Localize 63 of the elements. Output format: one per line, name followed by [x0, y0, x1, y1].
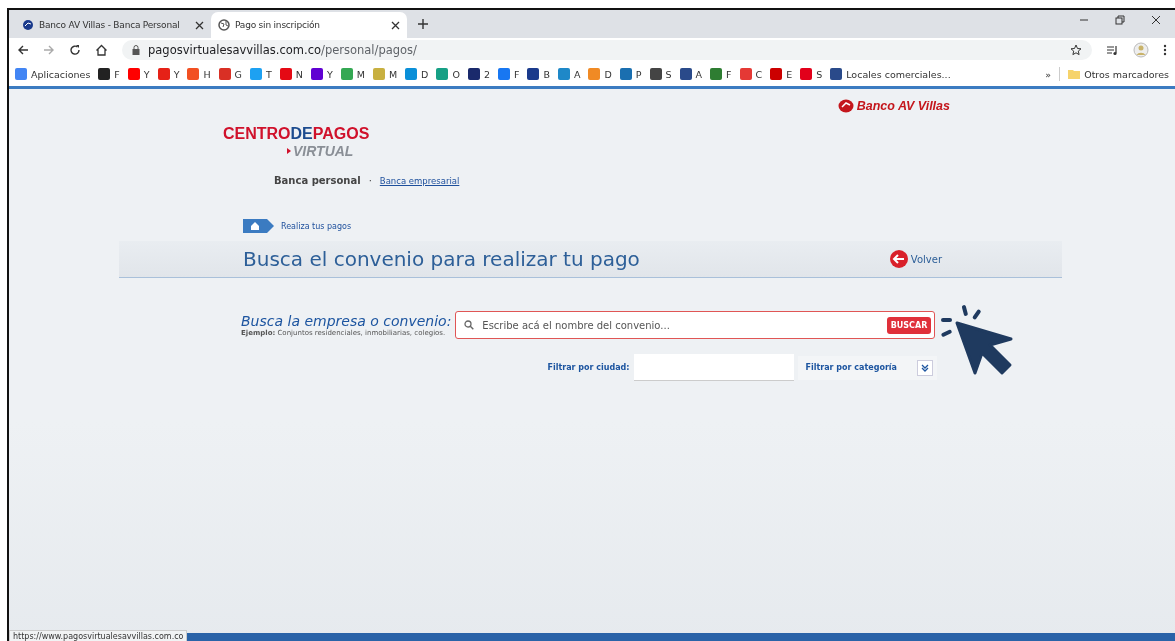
- more-icon[interactable]: [1163, 44, 1167, 56]
- media-queue-icon[interactable]: [1106, 44, 1119, 56]
- restore-icon[interactable]: [1115, 15, 1125, 25]
- bookmark-item[interactable]: A: [557, 68, 581, 80]
- bookmark-item[interactable]: D: [588, 68, 612, 80]
- city-filter-label: Filtrar por ciudad:: [547, 363, 630, 372]
- bookmark-item[interactable]: E: [770, 68, 793, 80]
- centro-de-pagos-logo: CENTRODEPAGOS VIRTUAL: [223, 125, 371, 161]
- lock-icon: [132, 45, 140, 55]
- search-label: Busca la empresa o convenio:: [241, 313, 452, 329]
- bookmark-item[interactable]: M: [372, 68, 398, 80]
- bookmark-item[interactable]: Y: [127, 68, 150, 80]
- browser-tab[interactable]: Pago sin inscripción: [211, 12, 407, 38]
- other-bookmarks[interactable]: Otros marcadores: [1068, 68, 1169, 80]
- bookmark-item[interactable]: Y: [310, 68, 333, 80]
- bookmark-item[interactable]: Aplicaciones: [15, 68, 91, 80]
- nav-link[interactable]: Banca empresarial: [379, 175, 460, 186]
- new-tab-icon[interactable]: [417, 18, 429, 30]
- bookmark-item[interactable]: F: [710, 68, 732, 80]
- close-icon[interactable]: [1151, 15, 1161, 25]
- bank-logo-icon: [837, 99, 854, 113]
- address-bar[interactable]: pagosvirtualesavvillas.com.co/personal/pagos/: [122, 40, 1092, 60]
- browser-tab[interactable]: Banco AV Villas - Banca Personal: [15, 12, 211, 38]
- globe-icon: [218, 19, 230, 31]
- category-dropdown[interactable]: Filtrar por categoría: [797, 355, 937, 380]
- bookmark-item[interactable]: D: [405, 68, 429, 80]
- bank-name: Banco AV Villas: [856, 99, 950, 113]
- bookmark-item[interactable]: T: [249, 68, 272, 80]
- back-button[interactable]: Volver: [889, 250, 942, 268]
- reload-icon[interactable]: [69, 44, 81, 56]
- bookmark-item[interactable]: O: [436, 68, 460, 80]
- city-field[interactable]: [633, 354, 794, 381]
- bookmark-item[interactable]: S: [649, 68, 672, 80]
- bookmark-item[interactable]: F: [98, 68, 120, 80]
- bookmarks-overflow[interactable]: »: [1045, 68, 1052, 80]
- nav-link[interactable]: Banca personal: [274, 175, 361, 186]
- bank-logo-icon: [22, 19, 34, 31]
- bookmark-item[interactable]: G: [218, 68, 242, 80]
- back-arrow-icon[interactable]: [17, 44, 29, 56]
- close-icon[interactable]: [195, 20, 204, 30]
- bookmark-item[interactable]: C: [739, 68, 763, 80]
- bookmark-item[interactable]: P: [619, 68, 642, 80]
- bookmark-item[interactable]: A: [679, 68, 703, 80]
- bookmark-item[interactable]: F: [497, 68, 520, 80]
- search-field[interactable]: Escribe acá el nombre del convenio... BUSCAR: [455, 311, 936, 339]
- search-icon: [464, 320, 475, 330]
- close-icon[interactable]: [391, 20, 400, 30]
- bookmark-item[interactable]: B: [527, 68, 550, 80]
- folder-icon: [1068, 69, 1081, 79]
- page-title: Busca el convenio para realizar tu pago: [243, 247, 640, 271]
- bookmark-item[interactable]: S: [800, 68, 823, 80]
- bookmark-item[interactable]: N: [279, 68, 303, 80]
- breadcrumb-link[interactable]: Realiza tus pagos: [281, 221, 352, 231]
- nav-separator: ·: [368, 175, 372, 186]
- search-button[interactable]: BUSCAR: [886, 316, 932, 334]
- status-url: https://www.pagosvirtualesavvillas.com.co: [9, 630, 188, 641]
- bookmark-item[interactable]: H: [187, 68, 211, 80]
- home-icon[interactable]: [95, 44, 108, 56]
- bookmark-item[interactable]: Y: [157, 68, 180, 80]
- star-icon[interactable]: [1070, 44, 1082, 56]
- bookmark-item[interactable]: M: [340, 68, 365, 80]
- bookmark-item[interactable]: Locales comerciales...: [830, 68, 951, 80]
- bookmark-item[interactable]: 2: [467, 68, 490, 80]
